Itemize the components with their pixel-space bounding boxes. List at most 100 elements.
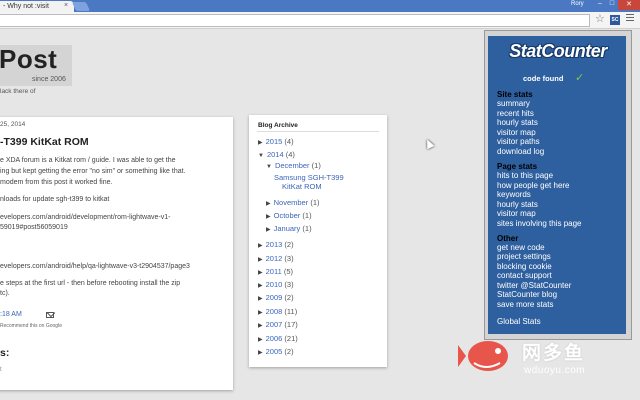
link-visitor-map[interactable]: visitor map	[497, 128, 536, 137]
archive-label[interactable]: 2011	[266, 267, 282, 276]
maximize-button[interactable]: □	[606, 0, 618, 7]
archive-label[interactable]: 2005	[266, 347, 283, 356]
link-download-log[interactable]: download log	[497, 147, 544, 156]
archive-label[interactable]: November	[274, 198, 309, 207]
expand-triangle-icon[interactable]: ▶	[258, 140, 263, 146]
link-blocking-cookie[interactable]: blocking cookie	[497, 262, 552, 271]
email-post-icon[interactable]	[46, 312, 54, 318]
archive-count: (2)	[284, 240, 294, 249]
archive-item-november[interactable]: ▶ November (1)	[266, 198, 320, 207]
archive-count: (11)	[284, 307, 298, 316]
expand-triangle-icon[interactable]: ▶	[258, 296, 263, 302]
link-page-visitor-map[interactable]: visitor map	[497, 209, 536, 218]
link-contact-support[interactable]: contact support	[497, 271, 552, 280]
link-project-settings[interactable]: project settings	[497, 252, 551, 261]
post-body-line: tc).	[0, 290, 10, 297]
expand-triangle-icon[interactable]: ▶	[258, 337, 263, 343]
post-link-line[interactable]: evelopers.com/android/development/rom-li…	[0, 214, 170, 221]
blog-title[interactable]: Post	[0, 44, 57, 75]
link-twitter[interactable]: twitter @StatCounter	[497, 281, 571, 290]
link-keywords[interactable]: keywords	[497, 190, 531, 199]
expand-triangle-icon[interactable]: ▶	[258, 310, 263, 316]
expand-triangle-icon[interactable]: ▶	[258, 270, 263, 276]
statcounter-extension-icon[interactable]: SC	[610, 15, 620, 25]
archive-item-2015[interactable]: ▶ 2015 (4)	[258, 137, 294, 146]
archive-label[interactable]: October	[274, 211, 301, 220]
archive-item-2011[interactable]: ▶ 2011 (5)	[258, 267, 293, 276]
link-get-new-code[interactable]: get new code	[497, 243, 545, 252]
archive-item-2012[interactable]: ▶ 2012 (3)	[258, 254, 294, 263]
browser-tab[interactable]: - Why not :visit ×	[0, 1, 74, 12]
archive-item-2006[interactable]: ▶ 2006 (21)	[258, 334, 298, 343]
archive-post-link[interactable]: KitKat ROM	[282, 182, 322, 191]
archive-item-2007[interactable]: ▶ 2007 (17)	[258, 320, 298, 329]
post-title[interactable]: -T399 KitKat ROM	[0, 136, 89, 148]
link-page-hourly-stats[interactable]: hourly stats	[497, 200, 538, 209]
archive-item-january[interactable]: ▶ January (1)	[266, 224, 312, 233]
collapse-triangle-icon[interactable]: ▼	[258, 153, 264, 159]
archive-label[interactable]: 2009	[266, 293, 283, 302]
archive-label[interactable]: December	[275, 161, 310, 170]
archive-count: (1)	[302, 224, 312, 233]
bookmark-star-icon[interactable]: ☆	[595, 13, 605, 26]
archive-label[interactable]: January	[274, 224, 301, 233]
archive-item-october[interactable]: ▶ October (1)	[266, 211, 312, 220]
expand-triangle-icon[interactable]: ▶	[266, 214, 271, 220]
link-statcounter-blog[interactable]: StatCounter blog	[497, 290, 557, 299]
link-sites-involving-page[interactable]: sites involving this page	[497, 219, 582, 228]
archive-post-link[interactable]: Samsung SGH-T399	[274, 173, 344, 182]
post-link-line[interactable]: evelopers.com/android/help/qa-lightwave-…	[0, 263, 190, 270]
archive-item-2009[interactable]: ▶ 2009 (2)	[258, 293, 294, 302]
archive-item-december[interactable]: ▼ December (1)	[266, 161, 321, 170]
link-save-more-stats[interactable]: save more stats	[497, 300, 553, 309]
address-bar[interactable]	[0, 14, 590, 27]
archive-label[interactable]: 2014	[267, 150, 284, 159]
tab-close-icon[interactable]: ×	[64, 2, 68, 9]
other-heading: Other	[497, 234, 519, 243]
archive-count: (3)	[284, 254, 294, 263]
expand-triangle-icon[interactable]: ▶	[258, 350, 263, 356]
link-hits-to-this-page[interactable]: hits to this page	[497, 171, 553, 180]
expand-triangle-icon[interactable]: ▶	[258, 323, 263, 329]
browser-menu-icon[interactable]	[626, 14, 634, 23]
close-window-button[interactable]: ✕	[618, 0, 640, 10]
archive-item-2010[interactable]: ▶ 2010 (3)	[258, 280, 294, 289]
archive-count: (3)	[284, 280, 294, 289]
link-hourly-stats[interactable]: hourly stats	[497, 118, 538, 127]
collapse-triangle-icon[interactable]: ▼	[266, 164, 272, 170]
archive-item-2005[interactable]: ▶ 2005 (2)	[258, 347, 294, 356]
archive-label[interactable]: 2007	[266, 320, 283, 329]
google-recommend-link[interactable]: Recommend this on Google	[0, 323, 62, 329]
archive-item-2008[interactable]: ▶ 2008 (11)	[258, 307, 297, 316]
link-summary[interactable]: summary	[497, 99, 530, 108]
link-how-people-get-here[interactable]: how people get here	[497, 181, 570, 190]
link-visitor-paths[interactable]: visitor paths	[497, 137, 540, 146]
archive-label[interactable]: 2013	[266, 240, 283, 249]
archive-item-2014[interactable]: ▼ 2014 (4)	[258, 150, 295, 159]
expand-triangle-icon[interactable]: ▶	[258, 257, 263, 263]
fish-logo-icon	[458, 341, 508, 371]
archive-item-2013[interactable]: ▶ 2013 (2)	[258, 240, 294, 249]
post-timestamp-link[interactable]: :18 AM	[0, 311, 22, 318]
archive-label[interactable]: 2015	[266, 137, 283, 146]
expand-triangle-icon[interactable]: ▶	[258, 283, 263, 289]
archive-count: (2)	[284, 347, 294, 356]
archive-count: (1)	[302, 211, 312, 220]
archive-label[interactable]: 2008	[266, 307, 283, 316]
archive-label[interactable]: 2012	[266, 254, 283, 263]
page-stats-heading: Page stats	[497, 162, 538, 171]
expand-triangle-icon[interactable]: ▶	[258, 243, 263, 249]
archive-label[interactable]: 2006	[266, 334, 283, 343]
expand-triangle-icon[interactable]: ▶	[266, 201, 271, 207]
archive-count: (4)	[285, 150, 295, 159]
tab-strip	[0, 0, 640, 12]
statcounter-logo[interactable]: StatCounter	[492, 41, 624, 62]
profile-name[interactable]: Rory	[571, 1, 584, 7]
archive-label[interactable]: 2010	[266, 280, 283, 289]
post-link-line[interactable]: 59019#post56059019	[0, 224, 68, 231]
expand-triangle-icon[interactable]: ▶	[266, 227, 271, 233]
comments-text: t	[0, 367, 2, 373]
link-global-stats[interactable]: Global Stats	[497, 317, 541, 326]
link-recent-hits[interactable]: recent hits	[497, 109, 534, 118]
minimize-button[interactable]: –	[594, 0, 606, 7]
